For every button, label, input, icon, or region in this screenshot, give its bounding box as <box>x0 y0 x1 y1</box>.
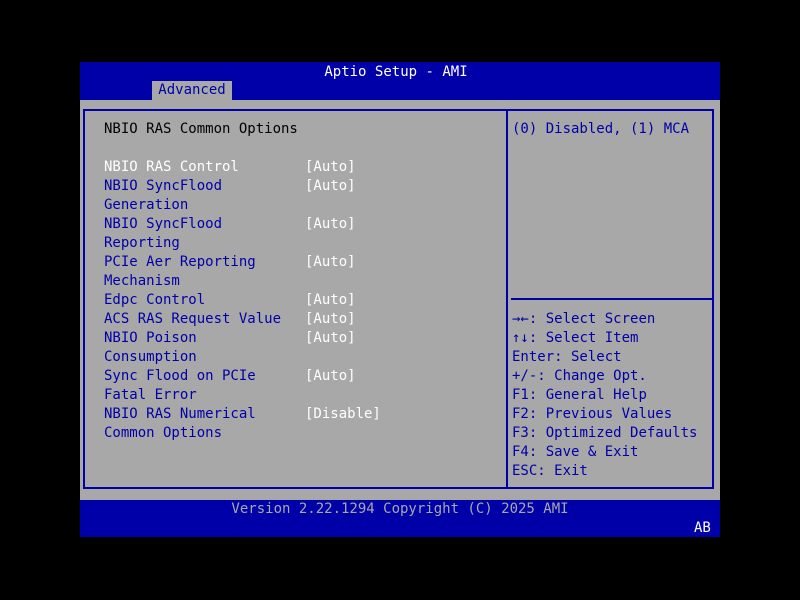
setting-label: NBIO SyncFlood <box>104 216 223 232</box>
setting-label-continued: Mechanism <box>104 273 180 289</box>
setting-label: Edpc Control <box>104 292 206 308</box>
key-name: F4: <box>512 444 538 460</box>
setting-value[interactable]: [Auto] <box>305 215 356 234</box>
version-text: Version 2.22.1294 Copyright (C) 2025 AMI <box>231 501 569 517</box>
key-action: Select Screen <box>537 311 656 327</box>
setting-label: Sync Flood on PCIe <box>104 368 256 384</box>
app-title: Aptio Setup - AMI <box>324 64 468 80</box>
corner-indicator: AB <box>694 520 711 536</box>
tab-advanced[interactable]: Advanced <box>152 81 232 100</box>
setting-label: NBIO Poison <box>104 330 197 346</box>
key-hint-general-help: F1: General Help <box>512 386 647 405</box>
key-hint-enter: Enter: Select <box>512 348 622 367</box>
setting-label-continued: Reporting <box>104 235 180 251</box>
key-action: Save & Exit <box>537 444 639 460</box>
key-name: F1: <box>512 387 538 403</box>
key-action: Previous Values <box>537 406 673 422</box>
key-action: Select <box>562 349 622 365</box>
key-action: General Help <box>537 387 647 403</box>
setting-label-continued: Common Options <box>104 425 223 441</box>
setting-label-continued: Fatal Error <box>104 387 197 403</box>
main-panel: NBIO RAS Common Options NBIO RAS Control… <box>80 100 720 500</box>
key-action: Change Opt. <box>545 368 647 384</box>
key-name: ESC: <box>512 463 546 479</box>
setting-value[interactable]: [Auto] <box>305 253 356 272</box>
key-action: Select Item <box>537 330 639 346</box>
key-hint-select-item: ↑↓: Select Item <box>512 329 638 348</box>
help-divider <box>511 298 712 300</box>
key-hint-save-exit: F4: Save & Exit <box>512 443 638 462</box>
bios-screen: Aptio Setup - AMI Advanced NBIO RAS Comm… <box>80 62 720 537</box>
setting-label: NBIO RAS Numerical <box>104 406 256 422</box>
key-hint-change-opt: +/-: Change Opt. <box>512 367 647 386</box>
key-name: F3: <box>512 425 538 441</box>
key-hint-optimized-defaults: F3: Optimized Defaults <box>512 424 697 443</box>
setting-value[interactable]: [Auto] <box>305 329 356 348</box>
setting-label: PCIe Aer Reporting <box>104 254 256 270</box>
setting-label-continued: Consumption <box>104 349 197 365</box>
setting-value[interactable]: [Auto] <box>305 158 356 177</box>
key-name: →←: <box>512 311 538 327</box>
setting-value[interactable]: [Auto] <box>305 367 356 386</box>
setting-label-continued: Generation <box>104 197 189 213</box>
status-bar: Version 2.22.1294 Copyright (C) 2025 AMI… <box>80 500 720 537</box>
setting-value[interactable]: [Disable] <box>305 405 381 424</box>
setting-value[interactable]: [Auto] <box>305 310 356 329</box>
help-description: (0) Disabled, (1) MCA <box>512 121 690 137</box>
key-action: Optimized Defaults <box>537 425 698 441</box>
key-action: Exit <box>545 463 588 479</box>
key-name: Enter: <box>512 349 563 365</box>
key-hint-select-screen: →←: Select Screen <box>512 310 655 329</box>
key-hint-exit: ESC: Exit <box>512 462 588 481</box>
setting-value[interactable]: [Auto] <box>305 291 356 310</box>
setting-label: NBIO SyncFlood <box>104 178 223 194</box>
key-name: ↑↓: <box>512 330 538 346</box>
setting-label: NBIO RAS Control <box>104 159 239 175</box>
section-title: NBIO RAS Common Options <box>104 121 298 137</box>
setting-label: ACS RAS Request Value <box>104 311 282 327</box>
key-hint-previous-values: F2: Previous Values <box>512 405 672 424</box>
panel-divider-vertical <box>506 109 508 489</box>
title-bar: Aptio Setup - AMI Advanced <box>80 62 720 100</box>
setting-value[interactable]: [Auto] <box>305 177 356 196</box>
key-name: +/-: <box>512 368 546 384</box>
key-name: F2: <box>512 406 538 422</box>
